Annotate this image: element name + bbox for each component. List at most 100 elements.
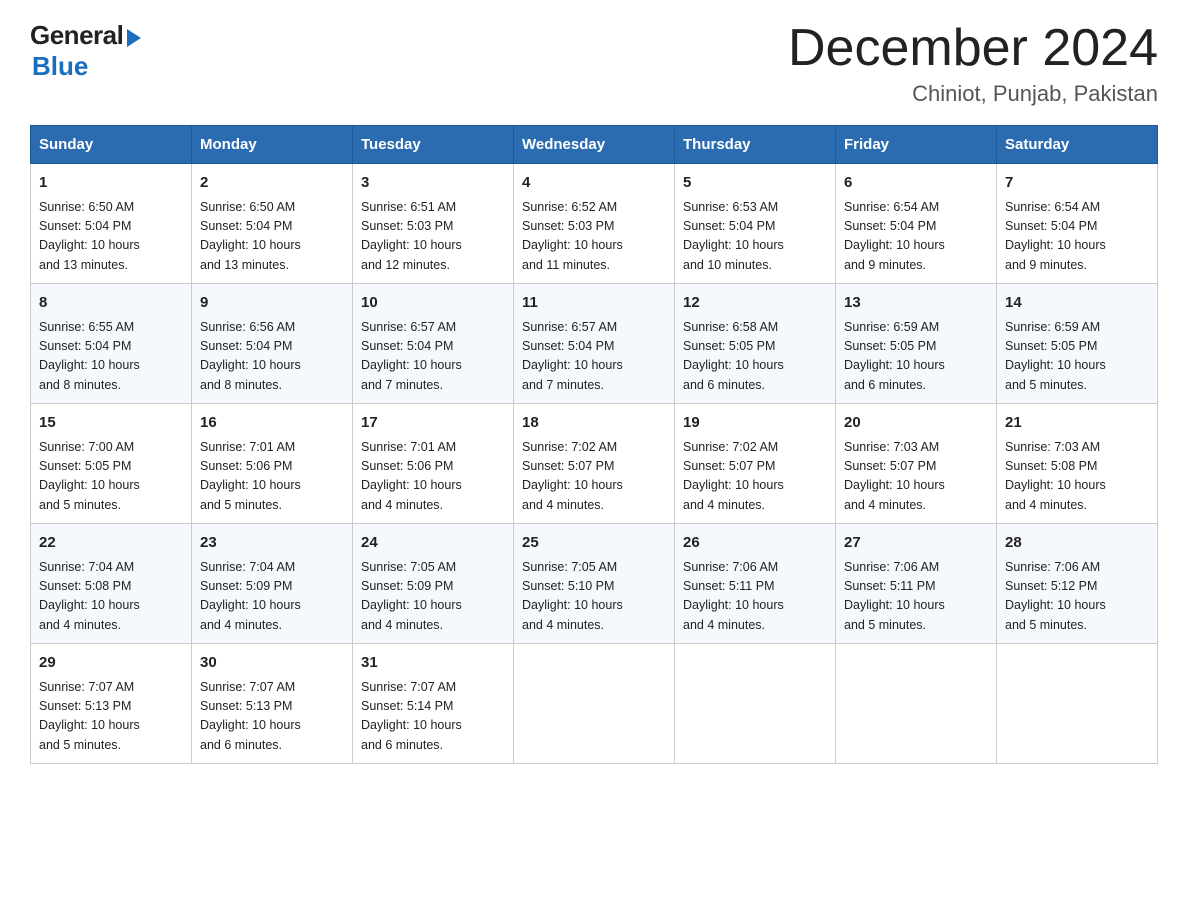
calendar-cell: 11 Sunrise: 6:57 AMSunset: 5:04 PMDayligh…	[514, 284, 675, 404]
logo: General Blue	[30, 20, 141, 82]
day-info: Sunrise: 6:57 AMSunset: 5:04 PMDaylight:…	[361, 318, 505, 396]
calendar-cell: 3 Sunrise: 6:51 AMSunset: 5:03 PMDaylight…	[353, 164, 514, 284]
day-info: Sunrise: 7:03 AMSunset: 5:08 PMDaylight:…	[1005, 438, 1149, 516]
calendar-cell: 2 Sunrise: 6:50 AMSunset: 5:04 PMDaylight…	[192, 164, 353, 284]
day-number: 28	[1005, 532, 1149, 555]
day-info: Sunrise: 7:04 AMSunset: 5:09 PMDaylight:…	[200, 558, 344, 636]
day-number: 6	[844, 172, 988, 195]
day-info: Sunrise: 7:05 AMSunset: 5:10 PMDaylight:…	[522, 558, 666, 636]
day-number: 14	[1005, 292, 1149, 315]
logo-general-text: General	[30, 20, 123, 51]
header-monday: Monday	[192, 126, 353, 164]
day-info: Sunrise: 7:07 AMSunset: 5:13 PMDaylight:…	[39, 678, 183, 756]
calendar-cell: 24Sunrise: 7:05 AMSunset: 5:09 PMDayligh…	[353, 524, 514, 644]
calendar-cell: 31Sunrise: 7:07 AMSunset: 5:14 PMDayligh…	[353, 644, 514, 764]
calendar-header-row: SundayMondayTuesdayWednesdayThursdayFrid…	[31, 126, 1158, 164]
day-number: 26	[683, 532, 827, 555]
day-info: Sunrise: 6:59 AMSunset: 5:05 PMDaylight:…	[1005, 318, 1149, 396]
day-number: 30	[200, 652, 344, 675]
day-info: Sunrise: 7:07 AMSunset: 5:13 PMDaylight:…	[200, 678, 344, 756]
day-info: Sunrise: 7:06 AMSunset: 5:11 PMDaylight:…	[683, 558, 827, 636]
day-info: Sunrise: 7:01 AMSunset: 5:06 PMDaylight:…	[200, 438, 344, 516]
calendar-cell: 15Sunrise: 7:00 AMSunset: 5:05 PMDayligh…	[31, 404, 192, 524]
week-row-1: 1 Sunrise: 6:50 AMSunset: 5:04 PMDaylight…	[31, 164, 1158, 284]
day-info: Sunrise: 7:06 AMSunset: 5:12 PMDaylight:…	[1005, 558, 1149, 636]
calendar-cell: 6 Sunrise: 6:54 AMSunset: 5:04 PMDaylight…	[836, 164, 997, 284]
day-info: Sunrise: 6:54 AMSunset: 5:04 PMDaylight:…	[844, 198, 988, 276]
week-row-5: 29 Sunrise: 7:07 AMSunset: 5:13 PMDayligh…	[31, 644, 1158, 764]
day-info: Sunrise: 7:07 AMSunset: 5:14 PMDaylight:…	[361, 678, 505, 756]
day-number: 4	[522, 172, 666, 195]
calendar-cell: 13 Sunrise: 6:59 AMSunset: 5:05 PMDayligh…	[836, 284, 997, 404]
calendar-cell: 1 Sunrise: 6:50 AMSunset: 5:04 PMDaylight…	[31, 164, 192, 284]
day-number: 21	[1005, 412, 1149, 435]
header-thursday: Thursday	[675, 126, 836, 164]
day-number: 5	[683, 172, 827, 195]
day-number: 11	[522, 292, 666, 315]
day-number: 23	[200, 532, 344, 555]
day-number: 12	[683, 292, 827, 315]
calendar-cell: 10 Sunrise: 6:57 AMSunset: 5:04 PMDayligh…	[353, 284, 514, 404]
day-number: 7	[1005, 172, 1149, 195]
calendar-cell: 4 Sunrise: 6:52 AMSunset: 5:03 PMDaylight…	[514, 164, 675, 284]
calendar-cell: 23 Sunrise: 7:04 AMSunset: 5:09 PMDayligh…	[192, 524, 353, 644]
day-number: 10	[361, 292, 505, 315]
day-number: 3	[361, 172, 505, 195]
title-section: December 2024 Chiniot, Punjab, Pakistan	[788, 20, 1158, 107]
day-number: 13	[844, 292, 988, 315]
calendar-cell	[514, 644, 675, 764]
calendar-cell: 30 Sunrise: 7:07 AMSunset: 5:13 PMDayligh…	[192, 644, 353, 764]
calendar-cell: 20 Sunrise: 7:03 AMSunset: 5:07 PMDayligh…	[836, 404, 997, 524]
day-info: Sunrise: 6:59 AMSunset: 5:05 PMDaylight:…	[844, 318, 988, 396]
location-subtitle: Chiniot, Punjab, Pakistan	[788, 81, 1158, 107]
calendar-cell: 28 Sunrise: 7:06 AMSunset: 5:12 PMDayligh…	[997, 524, 1158, 644]
week-row-2: 8 Sunrise: 6:55 AMSunset: 5:04 PMDaylight…	[31, 284, 1158, 404]
day-number: 24	[361, 532, 505, 555]
calendar-cell: 9 Sunrise: 6:56 AMSunset: 5:04 PMDaylight…	[192, 284, 353, 404]
day-number: 2	[200, 172, 344, 195]
day-number: 16	[200, 412, 344, 435]
header-friday: Friday	[836, 126, 997, 164]
calendar-cell: 26 Sunrise: 7:06 AMSunset: 5:11 PMDayligh…	[675, 524, 836, 644]
day-info: Sunrise: 6:51 AMSunset: 5:03 PMDaylight:…	[361, 198, 505, 276]
day-info: Sunrise: 7:01 AMSunset: 5:06 PMDaylight:…	[361, 438, 505, 516]
calendar-cell: 7 Sunrise: 6:54 AMSunset: 5:04 PMDaylight…	[997, 164, 1158, 284]
day-number: 25	[522, 532, 666, 555]
day-info: Sunrise: 6:50 AMSunset: 5:04 PMDaylight:…	[200, 198, 344, 276]
calendar-cell	[675, 644, 836, 764]
day-info: Sunrise: 7:03 AMSunset: 5:07 PMDaylight:…	[844, 438, 988, 516]
day-number: 19	[683, 412, 827, 435]
day-info: Sunrise: 7:00 AMSunset: 5:05 PMDaylight:…	[39, 438, 183, 516]
day-number: 20	[844, 412, 988, 435]
page-header: General Blue December 2024 Chiniot, Punj…	[30, 20, 1158, 107]
calendar-table: SundayMondayTuesdayWednesdayThursdayFrid…	[30, 125, 1158, 764]
day-info: Sunrise: 6:55 AMSunset: 5:04 PMDaylight:…	[39, 318, 183, 396]
day-info: Sunrise: 6:50 AMSunset: 5:04 PMDaylight:…	[39, 198, 183, 276]
day-number: 22	[39, 532, 183, 555]
day-info: Sunrise: 6:56 AMSunset: 5:04 PMDaylight:…	[200, 318, 344, 396]
month-year-title: December 2024	[788, 20, 1158, 77]
day-number: 8	[39, 292, 183, 315]
day-number: 29	[39, 652, 183, 675]
day-info: Sunrise: 6:57 AMSunset: 5:04 PMDaylight:…	[522, 318, 666, 396]
calendar-cell: 29 Sunrise: 7:07 AMSunset: 5:13 PMDayligh…	[31, 644, 192, 764]
header-saturday: Saturday	[997, 126, 1158, 164]
day-number: 1	[39, 172, 183, 195]
logo-triangle-icon	[127, 29, 141, 47]
day-number: 17	[361, 412, 505, 435]
day-info: Sunrise: 6:53 AMSunset: 5:04 PMDaylight:…	[683, 198, 827, 276]
calendar-cell	[836, 644, 997, 764]
day-info: Sunrise: 6:52 AMSunset: 5:03 PMDaylight:…	[522, 198, 666, 276]
day-info: Sunrise: 6:54 AMSunset: 5:04 PMDaylight:…	[1005, 198, 1149, 276]
calendar-cell: 17 Sunrise: 7:01 AMSunset: 5:06 PMDayligh…	[353, 404, 514, 524]
day-number: 9	[200, 292, 344, 315]
calendar-cell: 14 Sunrise: 6:59 AMSunset: 5:05 PMDayligh…	[997, 284, 1158, 404]
day-info: Sunrise: 7:02 AMSunset: 5:07 PMDaylight:…	[683, 438, 827, 516]
day-number: 18	[522, 412, 666, 435]
header-sunday: Sunday	[31, 126, 192, 164]
calendar-cell: 19 Sunrise: 7:02 AMSunset: 5:07 PMDayligh…	[675, 404, 836, 524]
week-row-4: 22Sunrise: 7:04 AMSunset: 5:08 PMDayligh…	[31, 524, 1158, 644]
day-info: Sunrise: 6:58 AMSunset: 5:05 PMDaylight:…	[683, 318, 827, 396]
calendar-cell: 21 Sunrise: 7:03 AMSunset: 5:08 PMDayligh…	[997, 404, 1158, 524]
calendar-cell: 22Sunrise: 7:04 AMSunset: 5:08 PMDayligh…	[31, 524, 192, 644]
